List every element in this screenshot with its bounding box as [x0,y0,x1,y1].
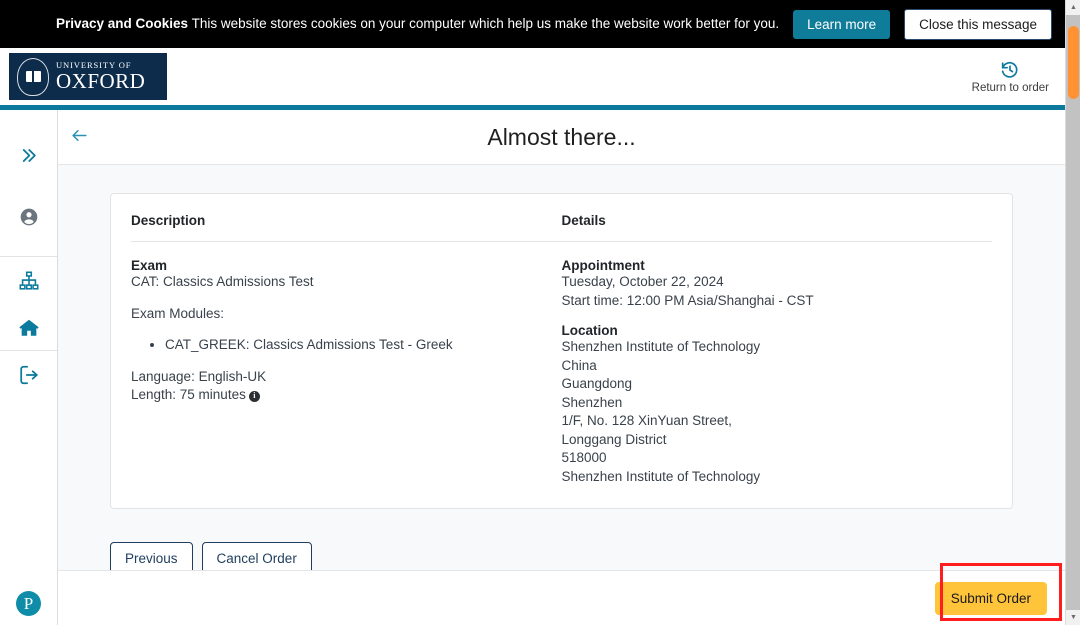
return-to-order-label: Return to order [972,82,1049,94]
page-root: Privacy and Cookies This website stores … [0,0,1080,625]
scrollbar-track[interactable] [1066,15,1080,610]
pearson-logo[interactable]: P [16,591,41,616]
cookie-banner-message: This website stores cookies on your comp… [192,16,780,31]
location-line: 1/F, No. 128 XinYuan Street, [562,412,977,431]
exam-name: CAT: Classics Admissions Test [131,273,546,292]
close-message-button[interactable]: Close this message [904,9,1052,40]
location-line: Shenzhen [562,394,977,413]
location-line: Shenzhen Institute of Technology [562,338,977,357]
logout-icon [18,364,40,386]
learn-more-button[interactable]: Learn more [793,10,890,39]
scrollbar-thumb[interactable] [1068,26,1079,99]
footer-bar: Submit Order [58,570,1065,625]
browser-scrollbar[interactable]: ▲ ▼ [1065,0,1080,625]
back-button[interactable] [70,126,89,145]
list-item: CAT_GREEK: Classics Admissions Test - Gr… [165,336,546,355]
exam-modules-label: Exam Modules: [131,305,546,324]
arrow-left-icon [70,126,89,145]
cookie-banner: Privacy and Cookies This website stores … [0,0,1065,48]
description-column-header: Description [131,213,546,241]
oxford-logo-line2: OXFORD [56,71,145,92]
exam-length-row: Length: 75 minutesi [131,386,546,405]
site-header: UNIVERSITY OF OXFORD Return to order [0,48,1065,105]
history-icon [1000,60,1020,80]
sidebar-item-sitemap[interactable] [0,257,57,305]
appointment-date: Tuesday, October 22, 2024 [562,273,977,292]
card-divider [131,241,992,242]
scroll-down-icon[interactable]: ▼ [1066,610,1080,625]
main-content: Almost there... Description Details Exam… [58,110,1065,625]
content-area: Description Details Exam CAT: Classics A… [58,165,1065,575]
page-header: Almost there... [58,110,1065,165]
cookie-banner-text: Privacy and Cookies This website stores … [56,15,779,33]
details-column-header: Details [562,213,977,241]
location-line: Guangdong [562,375,977,394]
return-to-order-link[interactable]: Return to order [972,60,1049,94]
sidebar-item-logout[interactable] [0,351,57,399]
exam-language: Language: English-UK [131,368,546,387]
sidebar-item-account[interactable] [0,194,57,240]
cookie-banner-title: Privacy and Cookies [56,16,188,31]
oxford-logo[interactable]: UNIVERSITY OF OXFORD [9,53,167,100]
exam-length: Length: 75 minutes [131,387,246,402]
scroll-up-icon[interactable]: ▲ [1066,0,1080,15]
location-line: 518000 [562,449,977,468]
page-title: Almost there... [58,124,1065,151]
description-column: Exam CAT: Classics Admissions Test Exam … [131,258,562,486]
appointment-heading: Appointment [562,258,977,273]
sidebar: P [0,110,58,625]
sidebar-item-home[interactable] [0,305,57,350]
home-icon [18,317,40,339]
oxford-crest-icon [17,58,49,96]
info-icon[interactable]: i [249,391,260,402]
account-circle-icon [19,207,39,227]
oxford-logo-text: UNIVERSITY OF OXFORD [56,61,145,93]
oxford-logo-line1: UNIVERSITY OF [56,61,145,70]
exam-heading: Exam [131,258,546,273]
appointment-start-time: Start time: 12:00 PM Asia/Shanghai - CST [562,292,977,311]
double-chevron-right-icon [19,146,38,165]
sitemap-icon [18,270,40,292]
sidebar-item-expand[interactable] [0,132,57,178]
location-heading: Location [562,323,977,338]
card-column-headers: Description Details [131,213,992,241]
submit-order-button[interactable]: Submit Order [935,582,1047,615]
card-body: Exam CAT: Classics Admissions Test Exam … [131,258,992,486]
location-line: China [562,357,977,376]
location-line: Shenzhen Institute of Technology [562,468,977,487]
details-column: Appointment Tuesday, October 22, 2024 St… [562,258,993,486]
location-line: Longgang District [562,431,977,450]
order-summary-card: Description Details Exam CAT: Classics A… [110,193,1013,509]
exam-modules-list: CAT_GREEK: Classics Admissions Test - Gr… [165,336,546,355]
